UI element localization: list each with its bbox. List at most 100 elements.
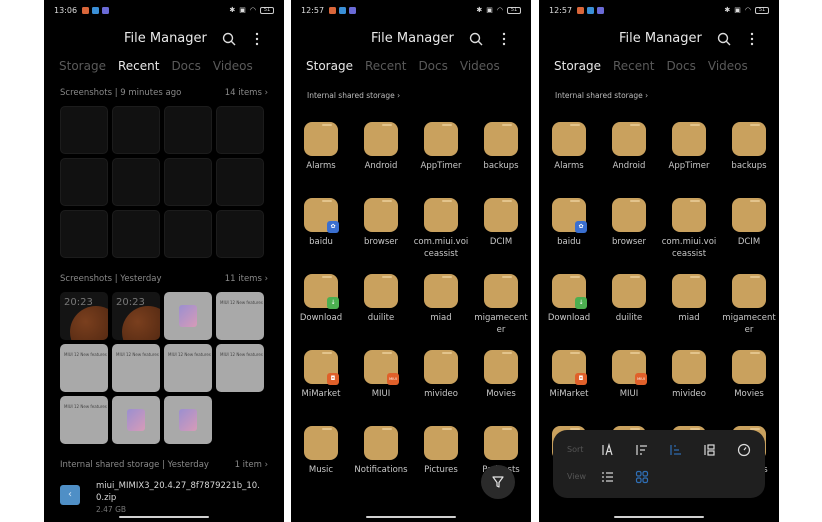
folder-item[interactable]: backups xyxy=(471,122,531,198)
screenshot-thumbnail[interactable] xyxy=(164,292,212,340)
screenshot-thumbnail[interactable]: 20:23 xyxy=(60,292,108,340)
folder-item[interactable]: migamecenter xyxy=(719,274,779,350)
section-header[interactable]: Screenshots | Yesterday 11 items › xyxy=(60,274,268,284)
tab-docs[interactable]: Docs xyxy=(666,59,695,73)
battery-icon: 51 xyxy=(507,6,521,14)
home-indicator[interactable] xyxy=(366,516,456,518)
list-view-icon[interactable] xyxy=(601,470,615,484)
tab-recent[interactable]: Recent xyxy=(365,59,406,73)
screenshot-thumbnail[interactable]: MIUI 12 New features xyxy=(216,292,264,340)
tab-storage[interactable]: Storage xyxy=(306,59,353,73)
folder-item[interactable]: Android xyxy=(599,122,659,198)
filter-button[interactable] xyxy=(481,465,515,499)
folder-item[interactable]: browser xyxy=(351,198,411,274)
screenshot-thumbnail[interactable] xyxy=(60,158,108,206)
folder-item[interactable]: Notifications xyxy=(351,426,411,502)
folder-item[interactable]: com.miui.voiceassist xyxy=(411,198,471,274)
folder-item[interactable]: miad xyxy=(659,274,719,350)
section-header[interactable]: Screenshots | 9 minutes ago 14 items › xyxy=(60,88,268,98)
tab-recent[interactable]: Recent xyxy=(118,59,159,73)
screenshot-thumbnail[interactable] xyxy=(112,158,160,206)
screenshot-thumbnail[interactable]: MIUI 12 New features xyxy=(60,344,108,392)
folder-item[interactable]: migamecenter xyxy=(471,274,531,350)
folder-item[interactable]: Pictures xyxy=(411,426,471,502)
folder-item[interactable]: Android xyxy=(351,122,411,198)
folder-item[interactable]: backups xyxy=(719,122,779,198)
folder-item[interactable]: MIUI MIUI xyxy=(351,350,411,426)
screenshot-thumbnail[interactable]: MIUI 12 New features xyxy=(112,344,160,392)
folder-item[interactable]: ✿ baidu xyxy=(539,198,599,274)
folder-item[interactable]: AppTimer xyxy=(411,122,471,198)
folder-item[interactable]: ◘ MiMarket xyxy=(539,350,599,426)
screenshot-thumbnail[interactable] xyxy=(112,396,160,444)
screenshot-thumbnail[interactable] xyxy=(216,210,264,258)
home-indicator[interactable] xyxy=(614,516,704,518)
folder-item[interactable]: AppTimer xyxy=(659,122,719,198)
folder-item[interactable]: ◘ MiMarket xyxy=(291,350,351,426)
screenshot-thumbnail[interactable] xyxy=(60,210,108,258)
folder-item[interactable]: MIUI MIUI xyxy=(599,350,659,426)
section-header[interactable]: Internal shared storage | Yesterday 1 it… xyxy=(60,460,268,470)
more-options-icon[interactable] xyxy=(254,32,260,46)
grid-view-icon[interactable] xyxy=(635,470,649,484)
screenshot-thumbnail[interactable] xyxy=(112,210,160,258)
tab-docs[interactable]: Docs xyxy=(418,59,447,73)
screenshot-thumbnail[interactable]: MIUI 12 New features xyxy=(60,396,108,444)
folder-item[interactable]: miad xyxy=(411,274,471,350)
folder-item[interactable]: com.miui.voiceassist xyxy=(659,198,719,274)
screenshot-thumbnail[interactable]: MIUI 12 New features xyxy=(164,344,212,392)
search-icon[interactable] xyxy=(222,32,236,46)
tab-videos[interactable]: Videos xyxy=(708,59,748,73)
breadcrumb[interactable]: Internal shared storage › xyxy=(307,91,400,100)
screenshot-thumbnail[interactable] xyxy=(164,106,212,154)
folder-item[interactable]: mivideo xyxy=(659,350,719,426)
screenshot-thumbnail[interactable] xyxy=(164,396,212,444)
folder-icon: MIUI xyxy=(364,350,399,385)
folder-icon: ↓ xyxy=(304,274,339,309)
screenshot-thumbnail[interactable] xyxy=(60,106,108,154)
screenshot-thumbnail[interactable] xyxy=(112,106,160,154)
tab-bar: Storage Recent Docs Videos xyxy=(306,59,531,73)
folder-item[interactable]: mivideo xyxy=(411,350,471,426)
sort-by-date-icon[interactable] xyxy=(635,443,649,457)
wifi-icon: ◠ xyxy=(496,6,503,14)
folder-item[interactable]: Alarms xyxy=(291,122,351,198)
folder-item[interactable]: Movies xyxy=(719,350,779,426)
folder-item[interactable]: DCIM xyxy=(471,198,531,274)
screenshot-thumbnail[interactable] xyxy=(164,158,212,206)
folder-item[interactable]: ↓ Download xyxy=(539,274,599,350)
folder-item[interactable]: browser xyxy=(599,198,659,274)
folder-item[interactable]: duilite xyxy=(599,274,659,350)
tab-storage[interactable]: Storage xyxy=(554,59,601,73)
folder-item[interactable]: Alarms xyxy=(539,122,599,198)
more-options-icon[interactable] xyxy=(501,32,507,46)
breadcrumb[interactable]: Internal shared storage › xyxy=(555,91,648,100)
sort-by-time-icon[interactable] xyxy=(737,443,751,457)
folder-name: Android xyxy=(364,161,398,171)
screenshot-thumbnail[interactable] xyxy=(216,158,264,206)
sort-by-size-icon[interactable] xyxy=(669,443,683,457)
folder-item[interactable]: Music xyxy=(291,426,351,502)
search-icon[interactable] xyxy=(469,32,483,46)
folder-item[interactable]: duilite xyxy=(351,274,411,350)
sort-by-type-icon[interactable] xyxy=(703,443,717,457)
screenshot-thumbnail[interactable] xyxy=(216,106,264,154)
tab-storage[interactable]: Storage xyxy=(59,59,106,73)
sort-by-name-icon[interactable] xyxy=(601,443,615,457)
more-options-icon[interactable] xyxy=(749,32,755,46)
folder-item[interactable]: DCIM xyxy=(719,198,779,274)
file-list-item[interactable]: ‹ miui_MIMIX3_20.4.27_8f7879221b_10.0.zi… xyxy=(60,480,268,520)
tab-videos[interactable]: Videos xyxy=(460,59,500,73)
home-indicator[interactable] xyxy=(119,516,209,518)
folder-item[interactable]: Movies xyxy=(471,350,531,426)
tab-docs[interactable]: Docs xyxy=(171,59,200,73)
folder-item[interactable]: ✿ baidu xyxy=(291,198,351,274)
search-icon[interactable] xyxy=(717,32,731,46)
folder-item[interactable]: ↓ Download xyxy=(291,274,351,350)
screenshot-thumbnail[interactable]: 20:23 xyxy=(112,292,160,340)
section-title: Screenshots | Yesterday xyxy=(60,274,162,284)
tab-recent[interactable]: Recent xyxy=(613,59,654,73)
screenshot-thumbnail[interactable] xyxy=(164,210,212,258)
screenshot-thumbnail[interactable]: MIUI 12 New features xyxy=(216,344,264,392)
tab-videos[interactable]: Videos xyxy=(213,59,253,73)
